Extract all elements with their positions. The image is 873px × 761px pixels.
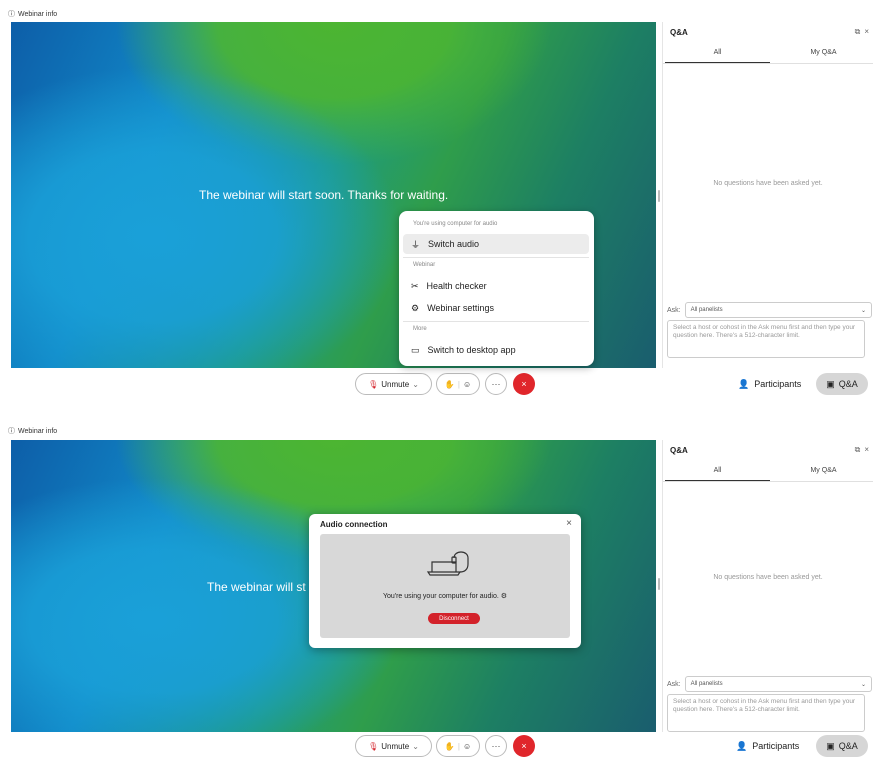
close-icon[interactable]: ×	[864, 445, 869, 455]
reactions-icon[interactable]: ☺	[463, 742, 471, 751]
leave-button[interactable]: ×	[513, 373, 535, 395]
panel-resize-handle[interactable]	[658, 190, 660, 202]
hand-reactions-group[interactable]: ✋ | ☺	[436, 373, 480, 395]
info-icon: ⓘ	[8, 428, 15, 435]
empty-message: No questions have been asked yet.	[713, 180, 823, 187]
switch-desktop-label: Switch to desktop app	[427, 345, 516, 355]
menu-divider	[403, 321, 589, 322]
tabs-divider	[663, 481, 873, 482]
participants-label: Participants	[754, 379, 802, 389]
participants-icon: 👤	[736, 740, 748, 751]
ask-label: Ask:	[667, 680, 681, 688]
chevron-down-icon: ⌄	[860, 307, 866, 314]
empty-message: No questions have been asked yet.	[713, 574, 823, 581]
chevron-down-icon: ⌄	[860, 681, 866, 688]
qa-button[interactable]: ▣ Q&A	[816, 735, 868, 757]
close-icon[interactable]: ×	[566, 518, 572, 529]
control-bar: 🎙 Unmute ⌄ ✋ | ☺ ··· × 👤 Participants ▣ …	[0, 373, 873, 399]
tab-all[interactable]: All	[665, 462, 770, 482]
control-bar: 🎙 Unmute ⌄ ✋ | ☺ ··· × 👤 Participants ▣ …	[0, 735, 873, 761]
qa-panel-title: Q&A	[670, 28, 688, 37]
ask-recipient-select[interactable]: All panelists ⌄	[684, 676, 872, 692]
dialog-title: Audio connection	[320, 520, 388, 529]
settings-icon: ⚙	[411, 302, 420, 313]
webinar-info-label: Webinar info	[18, 10, 58, 18]
unmute-button[interactable]: 🎙 Unmute ⌄	[355, 735, 432, 757]
qa-panel: Q&A ⧉ × All My Q&A No questions have bee…	[662, 440, 873, 732]
unmute-label: Unmute	[381, 741, 410, 751]
participants-label: Participants	[752, 741, 800, 751]
raise-hand-icon[interactable]: ✋	[445, 380, 455, 389]
chevron-down-icon: ⌄	[412, 379, 419, 389]
qa-button[interactable]: ▣ Q&A	[816, 373, 868, 395]
stage-message: The webinar will start soon. Thanks for …	[199, 188, 449, 202]
qa-icon: ▣	[826, 378, 835, 389]
ask-selected-value: All panelists	[690, 681, 723, 687]
popout-icon[interactable]: ⧉	[855, 445, 861, 455]
dialog-message: You're using your computer for audio.	[382, 593, 499, 600]
computer-headset-icon	[426, 551, 469, 576]
more-section-label: More	[413, 326, 427, 332]
switch-audio-label: Switch audio	[428, 239, 480, 249]
screenshot-top: ⓘ Webinar info The webinar will start so…	[0, 0, 873, 402]
more-options-button[interactable]: ···	[485, 373, 507, 395]
more-options-button[interactable]: ···	[485, 735, 507, 757]
chevron-down-icon: ⌄	[412, 741, 419, 751]
audio-note: You're using computer for audio	[413, 221, 498, 227]
tab-my-qa[interactable]: My Q&A	[771, 44, 873, 62]
audio-switch-icon: ⏚	[411, 239, 421, 250]
participants-button[interactable]: 👤 Participants	[736, 735, 799, 757]
tools-icon: ✂	[411, 280, 419, 291]
participants-button[interactable]: 👤 Participants	[738, 373, 801, 395]
ask-recipient-select[interactable]: All panelists ⌄	[684, 302, 872, 318]
qa-panel: Q&A ⧉ × All My Q&A No questions have bee…	[662, 22, 873, 368]
participants-icon: 👤	[738, 378, 750, 389]
raise-hand-icon[interactable]: ✋	[445, 742, 455, 751]
qa-label: Q&A	[838, 379, 858, 389]
unmute-button[interactable]: 🎙 Unmute ⌄	[355, 373, 432, 395]
popout-icon[interactable]: ⧉	[855, 27, 861, 37]
mic-muted-icon: 🎙	[368, 379, 379, 389]
hand-reactions-group[interactable]: ✋ | ☺	[436, 735, 480, 757]
reactions-icon[interactable]: ☺	[463, 380, 471, 389]
health-checker-label: Health checker	[426, 281, 487, 291]
settings-icon[interactable]: ⚙	[501, 593, 507, 600]
menu-item-health-checker[interactable]: ✂ Health checker	[403, 276, 589, 296]
mic-muted-icon: 🎙	[368, 741, 379, 751]
question-input[interactable]: Select a host or cohost in the Ask menu …	[667, 694, 865, 732]
laptop-icon: ▭	[411, 344, 420, 355]
tab-all[interactable]: All	[665, 44, 770, 64]
qa-label: Q&A	[838, 741, 858, 751]
menu-divider	[403, 257, 589, 258]
panel-resize-handle[interactable]	[658, 578, 660, 590]
qa-panel-title: Q&A	[670, 446, 688, 455]
unmute-label: Unmute	[381, 379, 410, 389]
webinar-info-link[interactable]: ⓘ Webinar info	[8, 9, 57, 19]
webinar-info-label: Webinar info	[18, 427, 58, 435]
menu-item-webinar-settings[interactable]: ⚙ Webinar settings	[403, 298, 589, 318]
close-icon[interactable]: ×	[864, 27, 869, 37]
menu-item-switch-desktop[interactable]: ▭ Switch to desktop app	[403, 340, 589, 360]
stage-message: The webinar will st	[207, 580, 306, 594]
webinar-section-label: Webinar	[413, 262, 436, 268]
question-input[interactable]: Select a host or cohost in the Ask menu …	[667, 320, 865, 358]
leave-button[interactable]: ×	[513, 735, 535, 757]
tab-my-qa[interactable]: My Q&A	[771, 462, 873, 480]
tabs-divider	[663, 63, 873, 64]
audio-connection-dialog: Audio connection × You're using your com…	[309, 514, 581, 648]
disconnect-button[interactable]: Disconnect	[428, 613, 480, 624]
dialog-body: You're using your computer for audio. ⚙ …	[320, 534, 570, 638]
menu-item-switch-audio[interactable]: ⏚ Switch audio	[403, 234, 589, 254]
webinar-info-link[interactable]: ⓘ Webinar info	[8, 426, 57, 436]
ask-selected-value: All panelists	[690, 307, 723, 313]
ask-label: Ask:	[667, 306, 681, 314]
qa-icon: ▣	[826, 740, 835, 751]
webinar-settings-label: Webinar settings	[427, 303, 494, 313]
more-options-menu: You're using computer for audio ⏚ Switch…	[399, 211, 594, 366]
info-icon: ⓘ	[8, 11, 15, 18]
